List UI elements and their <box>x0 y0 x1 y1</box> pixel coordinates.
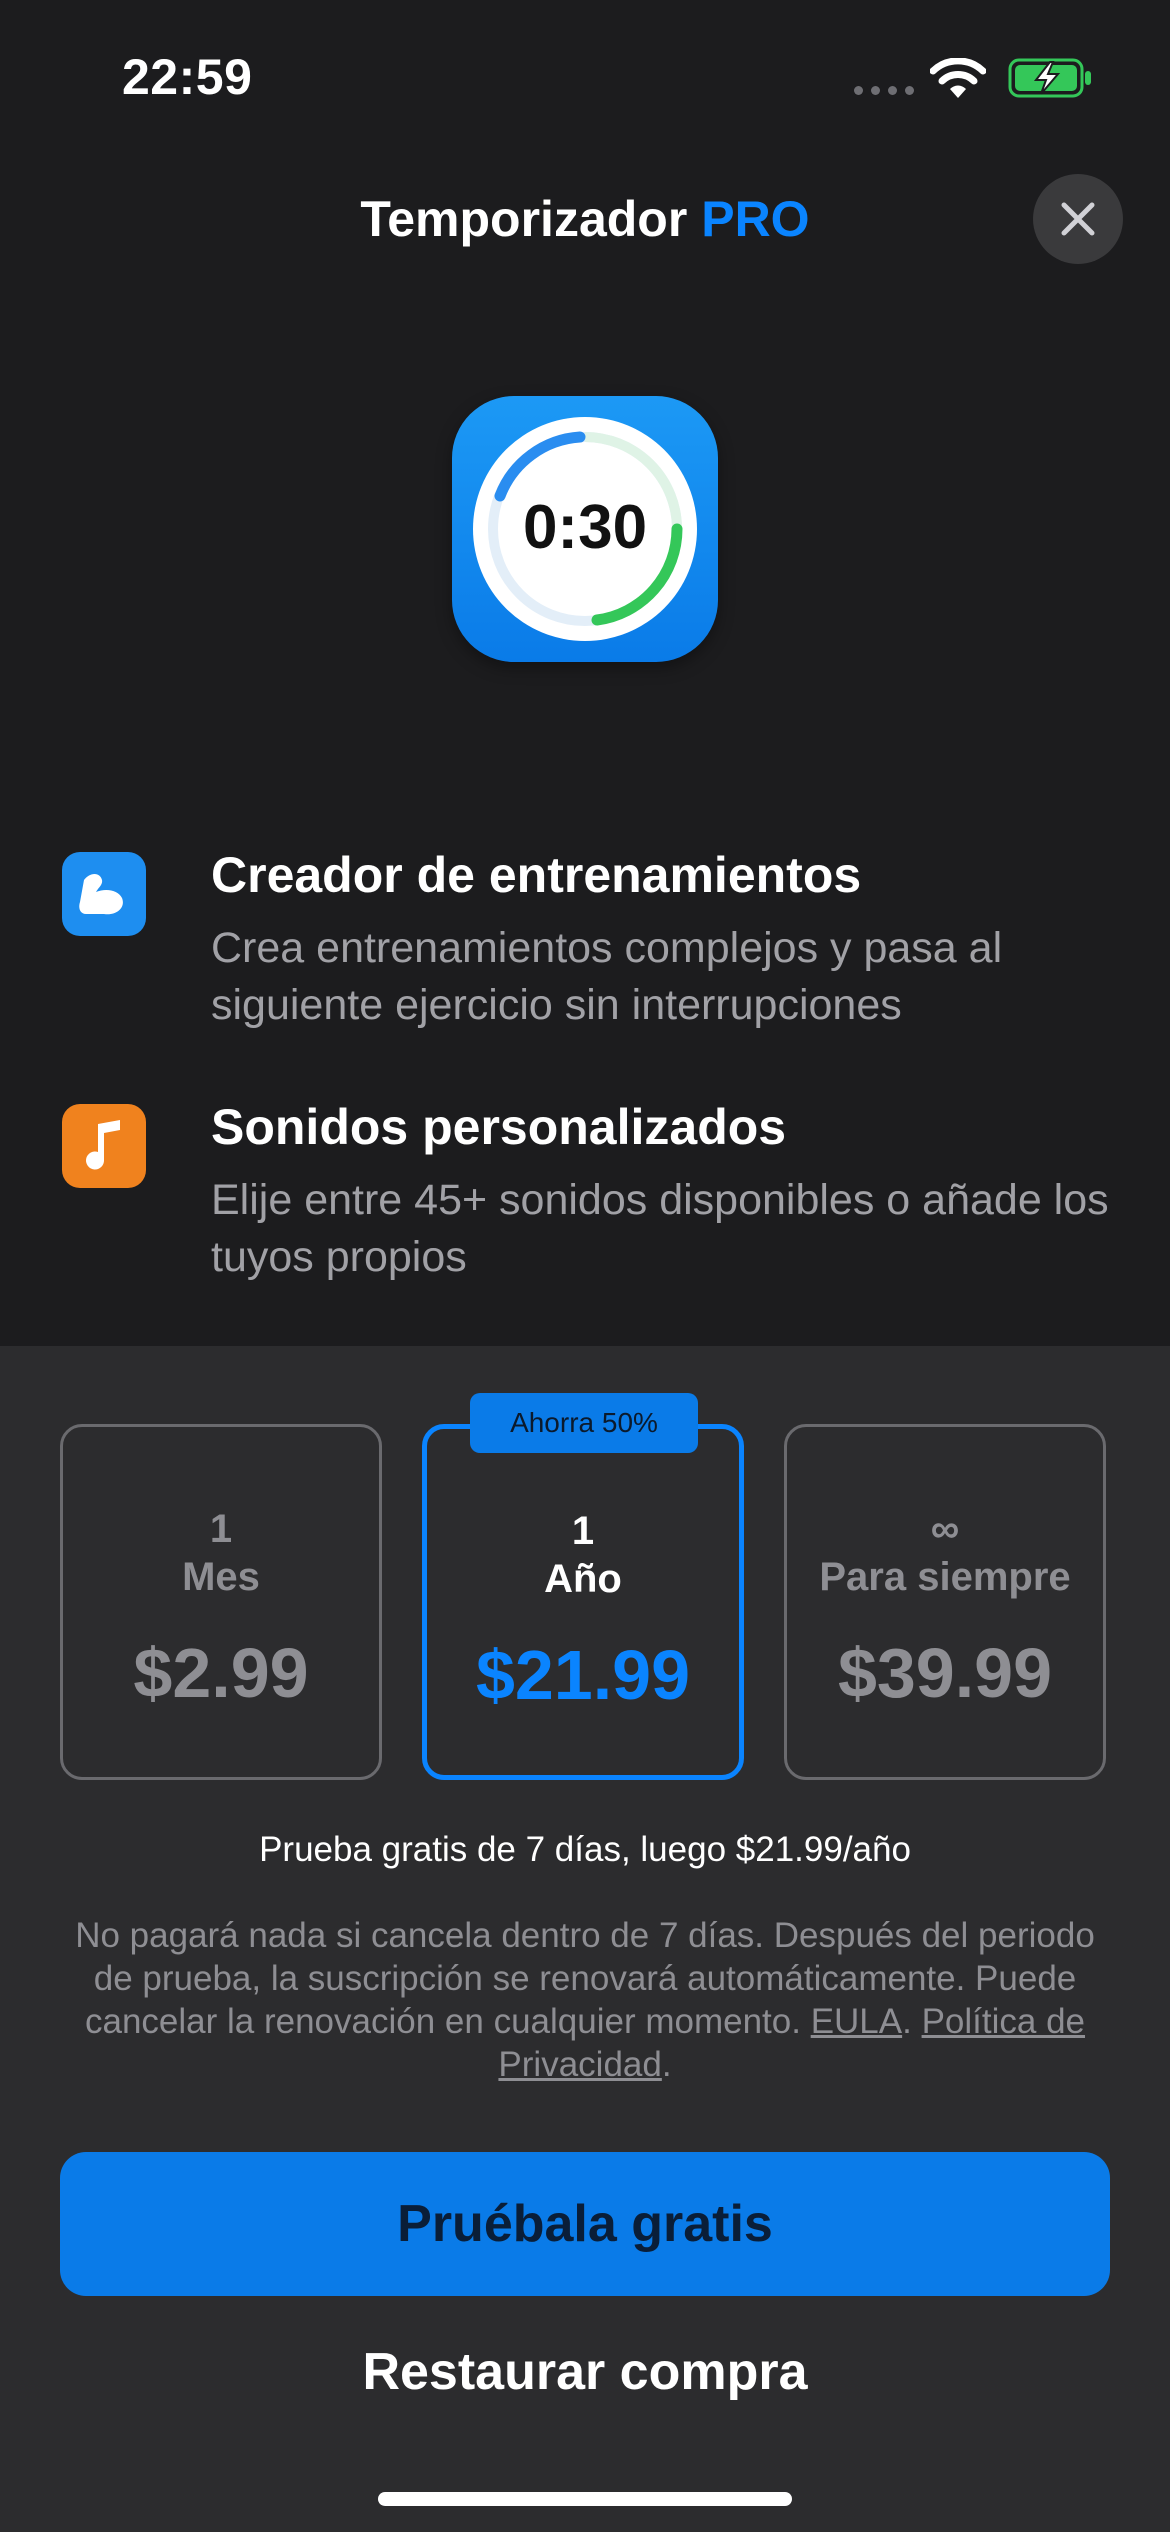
feature-title: Sonidos personalizados <box>211 1099 787 1155</box>
timer-icon: 0:30 <box>473 417 697 641</box>
plan-period-label: Mes <box>182 1555 260 1599</box>
plan-period-label: Año <box>544 1557 622 1601</box>
status-time: 22:59 <box>122 49 253 105</box>
feature-description: Crea entrenamientos complejos y pasa al … <box>211 924 1003 1029</box>
start-trial-button[interactable]: Pruébala gratis <box>60 2152 1110 2296</box>
plan-period-count: ∞ <box>930 1507 960 1551</box>
legal-text: No pagará nada si cancela dentro de 7 dí… <box>75 1916 1095 2084</box>
feature-description: Elije entre 45+ sonidos disponibles o añ… <box>211 1176 1109 1281</box>
home-indicator[interactable] <box>378 2492 792 2506</box>
plan-lifetime[interactable]: ∞ Para siempre $39.99 <box>784 1424 1106 1780</box>
wifi-icon <box>929 57 987 102</box>
battery-charging-icon <box>1008 58 1094 98</box>
feature-title: Creador de entrenamientos <box>211 847 862 903</box>
flexed-arm-icon <box>62 852 146 936</box>
plan-price: $21.99 <box>475 1636 691 1714</box>
plan-period-label: Para siempre <box>819 1555 1071 1599</box>
pro-label: PRO <box>701 191 810 247</box>
plan-yearly[interactable]: 1 Año $21.99 <box>422 1424 744 1780</box>
trial-text: Prueba gratis de 7 días, luego $21.99/añ… <box>259 1830 911 1869</box>
app-icon: 0:30 <box>452 396 718 662</box>
plan-price: $2.99 <box>133 1634 309 1712</box>
eula-link[interactable]: EULA <box>811 2002 902 2041</box>
close-icon <box>1061 202 1095 236</box>
timer-label: 0:30 <box>523 493 647 562</box>
page-title: Temporizador PRO <box>360 191 810 247</box>
plan-monthly[interactable]: 1 Mes $2.99 <box>60 1424 382 1780</box>
plan-period-count: 1 <box>571 1509 595 1553</box>
savings-badge: Ahorra 50% <box>470 1393 698 1453</box>
close-button[interactable] <box>1033 174 1123 264</box>
cellular-signal-icon <box>854 86 916 95</box>
restore-purchase-button[interactable]: Restaurar compra <box>0 2342 1170 2402</box>
music-note-icon <box>62 1104 146 1188</box>
plan-period-count: 1 <box>209 1507 233 1551</box>
plan-price: $39.99 <box>837 1634 1053 1712</box>
